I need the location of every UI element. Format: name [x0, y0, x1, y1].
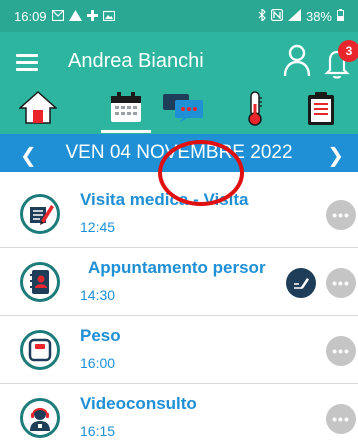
list-item[interactable]: Appuntamento persor 14:30 ••• — [0, 248, 358, 316]
doctor-headset-icon — [20, 398, 60, 438]
medical-cross-icon — [86, 9, 98, 23]
status-time: 16:09 — [14, 8, 47, 24]
more-options-button[interactable]: ••• — [326, 268, 356, 298]
edit-note-icon — [294, 278, 309, 289]
warning-icon — [68, 9, 82, 23]
event-title: Videoconsulto — [80, 394, 197, 413]
more-options-button[interactable]: ••• — [326, 336, 356, 366]
signal-icon — [287, 9, 301, 23]
mail-icon — [51, 9, 64, 23]
notification-badge[interactable]: 3 — [338, 40, 358, 62]
header-row: Andrea Bianchi 3 — [0, 40, 358, 84]
tab-calendar[interactable] — [101, 90, 151, 134]
more-options-button[interactable]: ••• — [326, 200, 356, 230]
bluetooth-icon — [258, 7, 266, 23]
user-name: Andrea Bianchi — [68, 50, 204, 72]
medical-note-icon — [20, 194, 60, 234]
home-icon — [19, 90, 57, 124]
event-time: 14:30 — [80, 287, 116, 303]
list-item[interactable]: Peso 16:00 ••• — [0, 316, 358, 384]
event-time: 16:00 — [80, 355, 116, 371]
active-tab-indicator — [101, 130, 151, 133]
tab-home[interactable] — [13, 90, 63, 134]
calendar-icon — [111, 92, 141, 122]
annotation-circle — [158, 140, 244, 206]
event-time: 16:15 — [80, 423, 116, 439]
battery-percent: 38% — [305, 8, 332, 24]
event-title: Peso — [80, 326, 121, 345]
battery-icon — [337, 9, 344, 23]
chat-icon — [163, 94, 203, 123]
tab-chat[interactable] — [158, 90, 208, 134]
tab-bar — [0, 90, 358, 134]
list-item[interactable]: Videoconsulto 16:15 ••• — [0, 384, 358, 448]
event-list: Visita medica - Visita 12:45 ••• Appunta… — [0, 180, 358, 448]
tab-thermometer[interactable] — [230, 90, 280, 134]
gallery-icon — [102, 10, 115, 23]
more-options-button[interactable]: ••• — [326, 404, 356, 434]
address-book-icon — [20, 262, 60, 302]
nfc-icon — [270, 8, 284, 23]
clipboard-icon — [308, 92, 334, 125]
scale-icon — [20, 330, 60, 370]
tab-clipboard[interactable] — [296, 90, 346, 134]
event-time: 12:45 — [80, 219, 116, 235]
user-profile-icon[interactable] — [282, 44, 312, 78]
next-day-button[interactable]: ❯ — [327, 143, 344, 168]
event-title: Appuntamento persor — [88, 258, 266, 277]
status-bar: 16:09 38% — [0, 0, 358, 32]
thermometer-icon — [248, 91, 262, 126]
menu-icon[interactable] — [16, 54, 38, 72]
edit-event-button[interactable] — [286, 268, 316, 298]
